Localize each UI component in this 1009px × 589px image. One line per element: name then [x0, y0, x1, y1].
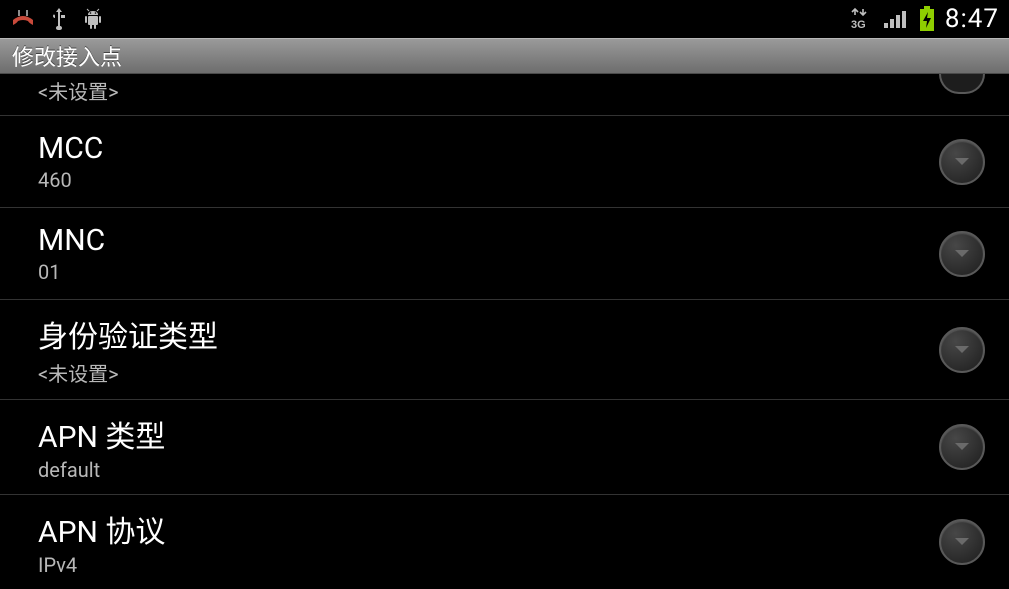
item-text: <未设置> — [38, 74, 939, 105]
settings-list: <未设置> MCC 460 MNC 01 身份验证类型 <未设置> — [0, 74, 1009, 589]
list-item-mcc[interactable]: MCC 460 — [0, 116, 1009, 208]
dropdown-icon[interactable] — [939, 74, 985, 94]
list-item-previous[interactable]: <未设置> — [0, 74, 1009, 116]
item-title: MNC — [38, 223, 939, 258]
battery-charging-icon — [919, 6, 935, 32]
title-bar: 修改接入点 — [0, 38, 1009, 74]
svg-text:3G: 3G — [851, 19, 866, 31]
list-item-apn-protocol[interactable]: APN 协议 IPv4 — [0, 495, 1009, 589]
status-left — [10, 6, 104, 32]
item-value: <未设置> — [38, 358, 939, 387]
android-debug-icon — [82, 8, 104, 30]
item-value: IPv4 — [38, 553, 939, 577]
list-item-mnc[interactable]: MNC 01 — [0, 208, 1009, 300]
item-title: MCC — [38, 131, 939, 166]
item-title: APN 协议 — [38, 507, 939, 551]
dropdown-icon[interactable] — [939, 231, 985, 277]
item-value: 01 — [38, 260, 939, 284]
usb-icon — [50, 6, 68, 32]
dropdown-icon[interactable] — [939, 519, 985, 565]
phone-hangup-icon — [10, 8, 36, 30]
signal-icon — [883, 8, 909, 30]
item-title: 身份验证类型 — [38, 312, 939, 356]
item-value: 460 — [38, 168, 939, 192]
dropdown-icon[interactable] — [939, 139, 985, 185]
network-3g-icon: 3G — [849, 7, 873, 31]
dropdown-icon[interactable] — [939, 424, 985, 470]
item-title: APN 类型 — [38, 412, 939, 456]
status-right: 3G 8:47 — [849, 4, 999, 34]
item-text: MCC 460 — [38, 131, 939, 192]
item-text: 身份验证类型 <未设置> — [38, 312, 939, 387]
item-text: APN 协议 IPv4 — [38, 507, 939, 577]
item-text: MNC 01 — [38, 223, 939, 284]
list-item-auth-type[interactable]: 身份验证类型 <未设置> — [0, 300, 1009, 400]
page-title: 修改接入点 — [12, 40, 122, 72]
item-value: <未设置> — [38, 76, 939, 105]
dropdown-icon[interactable] — [939, 327, 985, 373]
status-clock: 8:47 — [945, 4, 999, 34]
item-text: APN 类型 default — [38, 412, 939, 482]
list-item-apn-type[interactable]: APN 类型 default — [0, 400, 1009, 495]
item-value: default — [38, 458, 939, 482]
status-bar: 3G 8:47 — [0, 0, 1009, 38]
